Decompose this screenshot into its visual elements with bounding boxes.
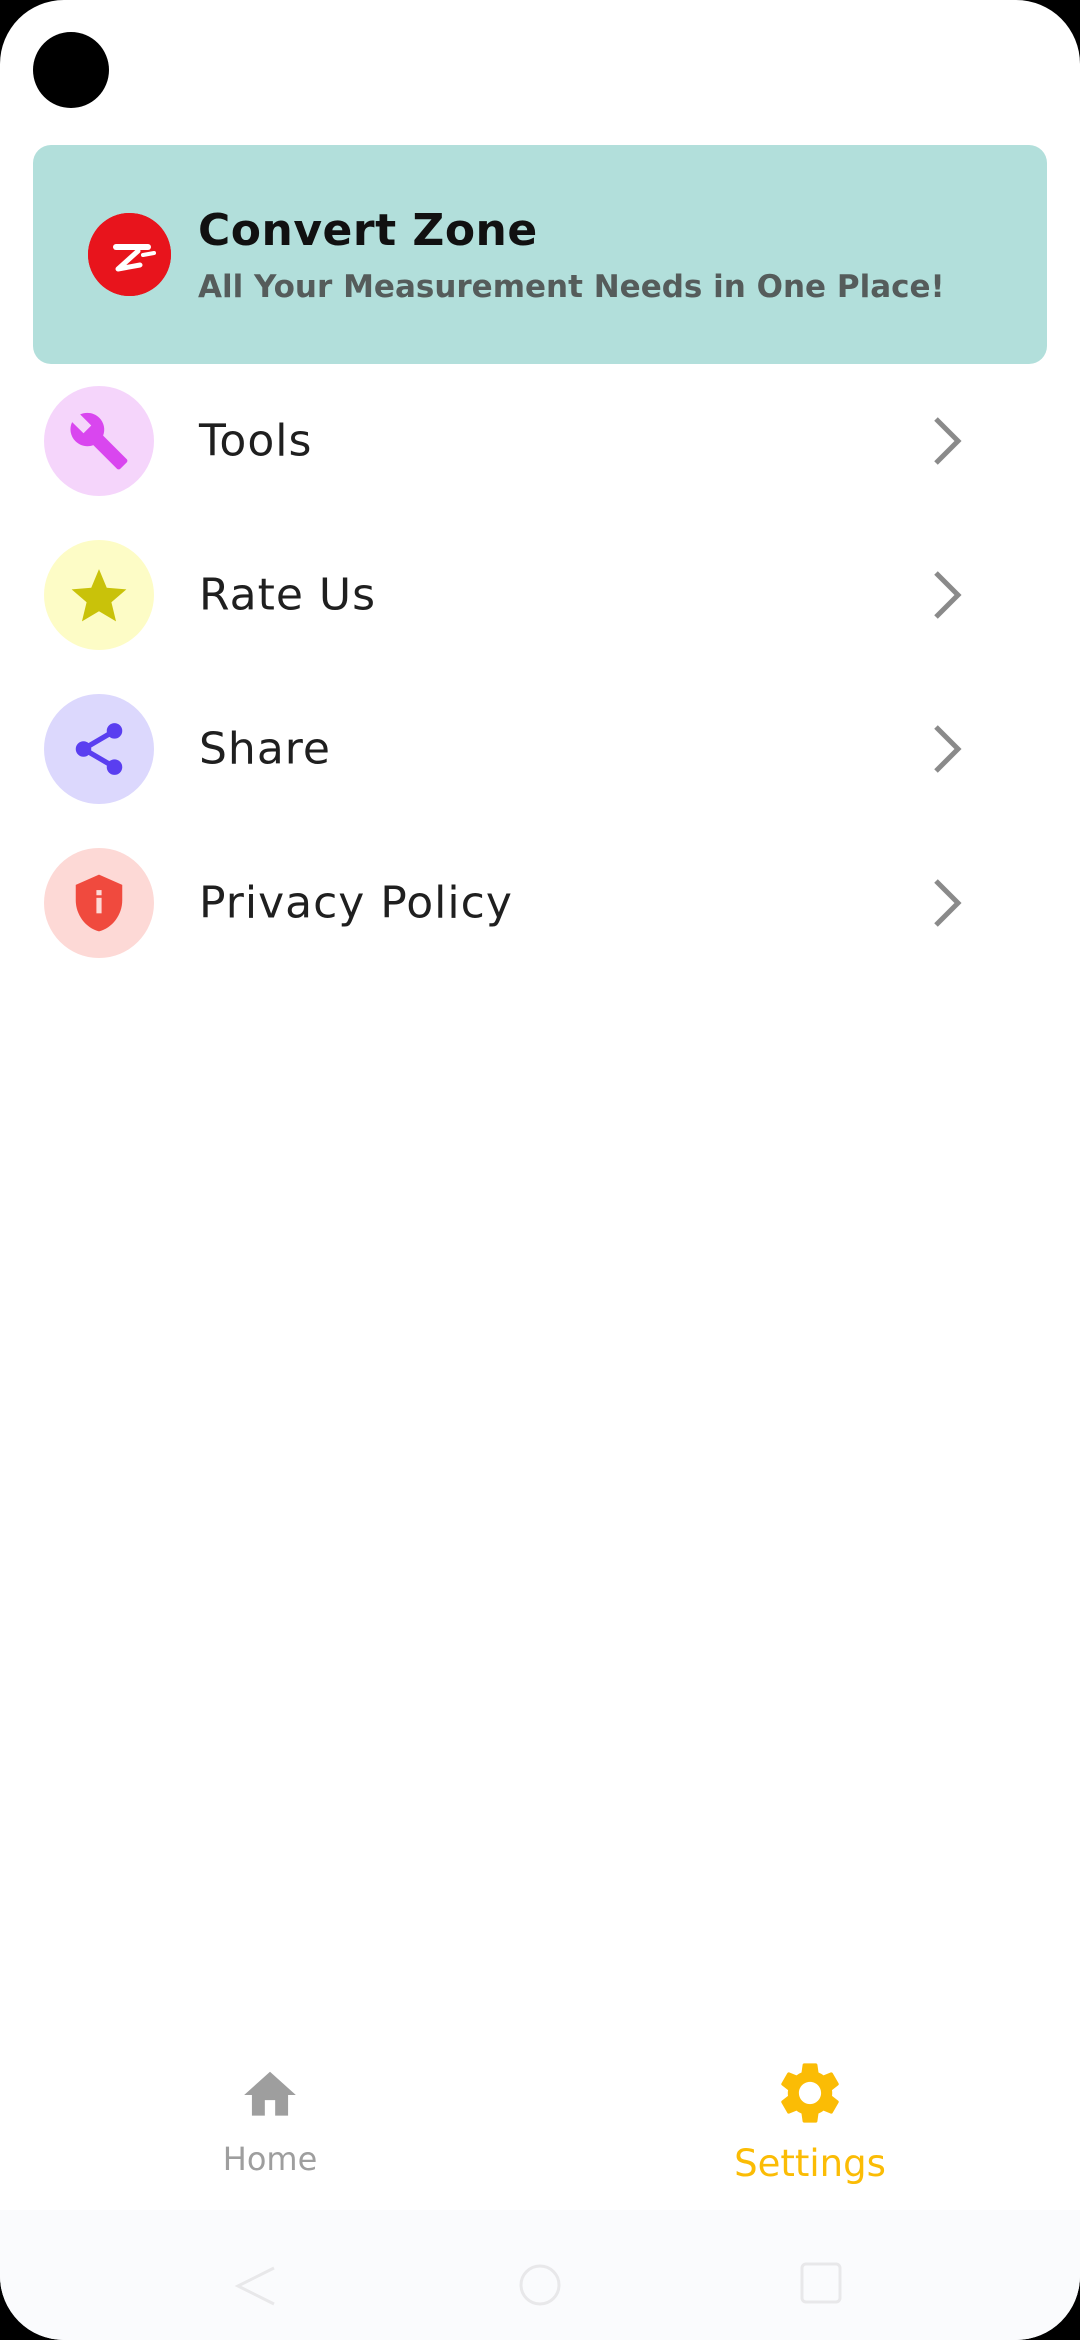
share-icon [44,694,154,804]
phone-screen: Convert Zone All Your Measurement Needs … [0,0,1080,2340]
star-icon [44,540,154,650]
tab-home[interactable]: Home [0,2040,540,2210]
chevron-right-icon [934,725,962,773]
chevron-right-icon [934,571,962,619]
menu-item-label: Rate Us [199,569,377,621]
menu-item-label: Privacy Policy [199,877,513,929]
chevron-right-icon [934,417,962,465]
home-icon [244,2071,296,2116]
back-icon[interactable] [230,2260,280,2310]
shield-icon [44,848,154,958]
app-title: Convert Zone [198,205,538,256]
tab-settings-label: Settings [734,2142,886,2185]
bottom-navigation: Home Settings [0,2040,1080,2210]
app-header-card: Convert Zone All Your Measurement Needs … [33,145,1047,364]
menu-item-privacy-policy[interactable]: Privacy Policy [0,826,1080,980]
menu-item-label: Tools [199,415,313,467]
wrench-icon [44,386,154,496]
recents-icon[interactable] [798,2260,844,2306]
home-circle-icon[interactable] [515,2260,565,2310]
menu-item-label: Share [199,723,331,775]
convert-zone-logo-icon [88,213,171,296]
chevron-right-icon [934,879,962,927]
gear-icon [781,2063,839,2123]
tab-settings[interactable]: Settings [540,2040,1080,2210]
menu-item-share[interactable]: Share [0,672,1080,826]
camera-cutout [33,32,109,108]
tab-home-label: Home [222,2140,318,2178]
app-subtitle: All Your Measurement Needs in One Place! [198,269,945,305]
menu-item-rate-us[interactable]: Rate Us [0,518,1080,672]
menu-item-tools[interactable]: Tools [0,364,1080,518]
system-navigation-bar [0,2210,1080,2340]
